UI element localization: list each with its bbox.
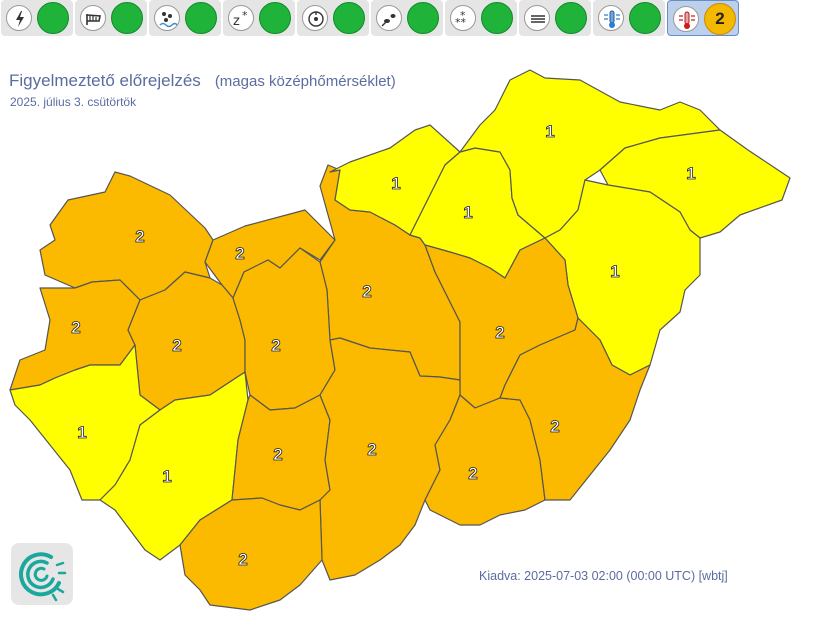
county-level-label-szolnok: 2 xyxy=(495,323,504,342)
county-level-label-pest: 2 xyxy=(362,282,371,301)
county-level-label-bacs: 2 xyxy=(367,440,376,459)
hungary-warning-map: 2 2 2 1 1 1 1 1 2 2 2 2 1 1 2 2 2 2 2 xyxy=(9,69,791,611)
county-level-label-heves: 1 xyxy=(463,203,472,222)
county-level-label-fejer: 2 xyxy=(271,336,280,355)
county-level-label-komarom: 2 xyxy=(235,244,244,263)
county-level-label-veszprem: 2 xyxy=(172,336,181,355)
county-level-label-bekes: 2 xyxy=(550,417,559,436)
county-level-label-csongrad: 2 xyxy=(468,464,477,483)
county-level-label-baranya: 2 xyxy=(238,550,247,569)
county-level-label-hajdu: 1 xyxy=(610,262,619,281)
county-level-label-vas: 2 xyxy=(71,318,80,337)
issued-timestamp: Kiadva: 2025-07-03 02:00 (00:00 UTC) [wb… xyxy=(479,569,728,583)
county-fejer[interactable] xyxy=(232,247,336,411)
county-level-label-szabolcs: 1 xyxy=(686,164,695,183)
county-level-label-somogy: 1 xyxy=(162,467,171,486)
county-level-label-borsod: 1 xyxy=(545,122,554,141)
county-level-label-nograd: 1 xyxy=(391,174,400,193)
county-level-label-zala: 1 xyxy=(77,423,86,442)
county-level-label-gyor: 2 xyxy=(135,227,144,246)
county-level-label-tolna: 2 xyxy=(273,445,282,464)
met-service-logo xyxy=(11,543,73,605)
